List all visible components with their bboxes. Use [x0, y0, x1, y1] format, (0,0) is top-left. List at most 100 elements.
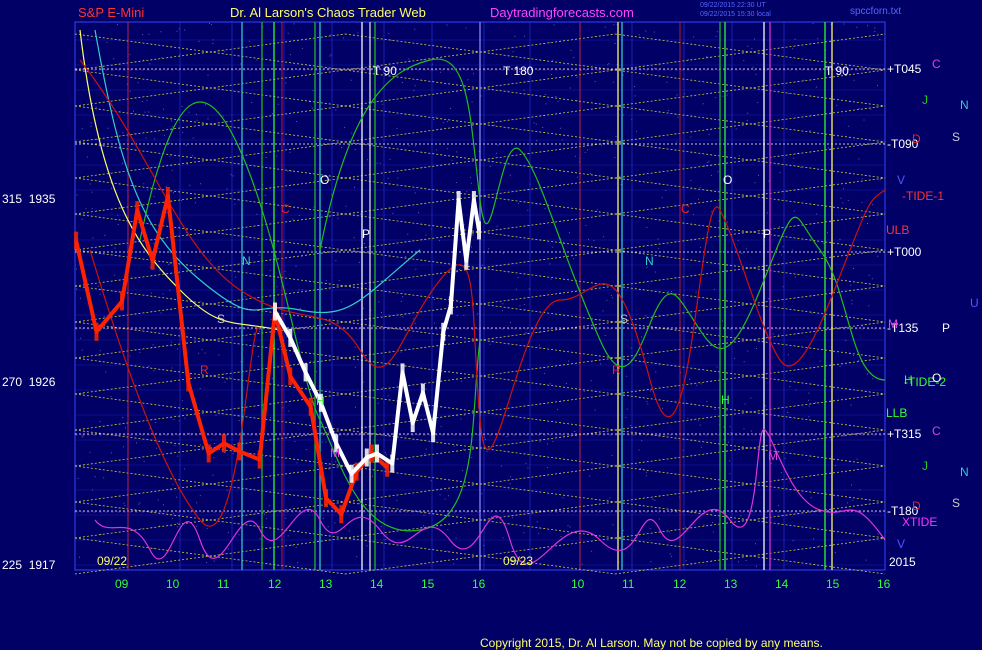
header-stamp-1: 09/22/2015 22:30 UT: [700, 2, 766, 9]
hour-tick-left-12: 12: [268, 577, 282, 591]
planet-label-8: O: [932, 371, 941, 385]
in-chart-label-4: O: [723, 173, 732, 187]
right-label-3: ULB: [886, 223, 909, 237]
price-bar-0-9: [237, 442, 242, 461]
price-bar-1-16: [464, 251, 469, 270]
header-file: spccforn.txt: [850, 6, 901, 17]
header-stamp-2: 09/22/2015 15:30 local: [700, 11, 771, 18]
in-chart-label-0: T 90: [373, 64, 397, 78]
price-bar-1-15: [456, 191, 461, 209]
in-chart-label-18: M: [768, 449, 778, 463]
right-label-10: XTIDE: [902, 515, 937, 529]
hour-tick-left-14: 14: [370, 577, 384, 591]
planet-label-1: J: [922, 93, 928, 107]
chart-background: [0, 0, 982, 650]
right-label-2: -TIDE-1: [902, 189, 944, 203]
price-bar-1-8: [390, 454, 395, 473]
right-label-4: +T000: [887, 245, 922, 259]
planet-label-16: M: [888, 317, 898, 331]
hour-tick-left-16: 16: [472, 577, 486, 591]
in-chart-label-14: H: [721, 393, 730, 407]
year-label: 2015: [889, 555, 916, 569]
hour-tick-left-13: 13: [319, 577, 333, 591]
price-bar-1-18: [477, 221, 481, 240]
date-label-right: 09/23: [503, 554, 533, 568]
price-bar-1-9: [400, 363, 405, 382]
price-bar-0-14: [324, 489, 328, 508]
in-chart-label-13: H: [316, 394, 325, 408]
price-bar-0-15: [339, 505, 344, 524]
in-chart-label-9: C: [281, 202, 290, 216]
header-title: Dr. Al Larson's Chaos Trader Web: [230, 5, 426, 20]
planet-label-0: C: [932, 57, 941, 71]
in-chart-label-1: T 180: [503, 64, 534, 78]
price-bar-0-2: [120, 292, 124, 311]
right-label-0: +T045: [887, 62, 922, 76]
in-chart-label-5: P: [362, 227, 370, 241]
left-axis-label-1917: 225 1917: [2, 558, 56, 572]
price-bar-0-6: [186, 373, 191, 392]
price-bar-1-0: [273, 302, 277, 321]
in-chart-label-6: P: [763, 227, 771, 241]
header-site: Daytradingforecasts.com: [490, 5, 634, 20]
hour-tick-right-14: 14: [775, 577, 789, 591]
planet-label-14: V: [897, 537, 905, 551]
planet-label-12: S: [952, 496, 960, 510]
planet-label-7: P: [942, 321, 950, 335]
hour-tick-right-10: 10: [571, 577, 585, 591]
hour-tick-right-13: 13: [724, 577, 738, 591]
price-bar-0-4: [150, 251, 155, 270]
hour-tick-left-11: 11: [217, 577, 230, 591]
in-chart-label-10: C: [681, 202, 690, 216]
price-bar-1-13: [441, 322, 446, 341]
price-bar-0-1: [94, 322, 99, 341]
price-bar-0-13: [308, 397, 313, 416]
in-chart-label-3: O: [320, 173, 329, 187]
price-bar-1-17: [471, 191, 476, 209]
price-bar-1-11: [420, 383, 425, 402]
header-instrument: S&P E-Mini: [78, 5, 144, 20]
price-bar-0-3: [135, 201, 140, 220]
hour-tick-right-16: 16: [877, 577, 891, 591]
price-bar-1-5: [349, 464, 354, 483]
price-bar-1-14: [448, 296, 453, 315]
left-axis-label-1926: 270 1926: [2, 375, 56, 389]
planet-label-10: J: [922, 459, 928, 473]
planet-label-6: U: [970, 296, 979, 310]
in-chart-label-15: R: [612, 363, 621, 377]
planet-label-11: N: [960, 465, 969, 479]
price-bar-0-10: [257, 450, 262, 469]
in-chart-label-7: N: [242, 254, 251, 268]
price-bar-1-6: [364, 448, 369, 467]
planet-label-4: D: [912, 132, 921, 146]
hour-tick-right-15: 15: [826, 577, 840, 591]
hour-tick-right-11: 11: [622, 577, 635, 591]
price-bar-0-12: [288, 367, 293, 386]
hour-tick-right-12: 12: [673, 577, 687, 591]
in-chart-label-12: S: [620, 312, 628, 326]
copyright-text: Copyright 2015, Dr. Al Larson. May not b…: [480, 636, 823, 650]
chaos-trader-chart: S&P E-Mini Dr. Al Larson's Chaos Trader …: [0, 0, 982, 650]
left-axis-label-1935: 315 1935: [2, 192, 56, 206]
planet-label-3: S: [952, 130, 960, 144]
in-chart-label-16: R: [200, 363, 209, 377]
right-label-7: LLB: [886, 406, 907, 420]
in-chart-label-17: M: [330, 446, 340, 460]
planet-label-5: V: [897, 173, 905, 187]
price-bar-1-7: [375, 444, 379, 463]
planet-label-2: N: [960, 98, 969, 112]
in-chart-label-8: N: [645, 254, 654, 268]
right-label-8: +T315: [887, 427, 922, 441]
planet-label-13: D: [912, 499, 921, 513]
price-bar-0-7: [206, 444, 211, 463]
hour-tick-left-10: 10: [166, 577, 180, 591]
price-bar-1-1: [288, 328, 293, 347]
price-bar-1-10: [410, 414, 415, 433]
price-bar-1-12: [431, 424, 436, 443]
in-chart-label-11: S: [217, 312, 225, 326]
in-chart-label-2: T 90: [825, 64, 849, 78]
hour-tick-left-15: 15: [421, 577, 435, 591]
date-label-left: 09/22: [97, 554, 127, 568]
planet-label-9: C: [932, 424, 941, 438]
hour-tick-left-09: 09: [115, 577, 129, 591]
